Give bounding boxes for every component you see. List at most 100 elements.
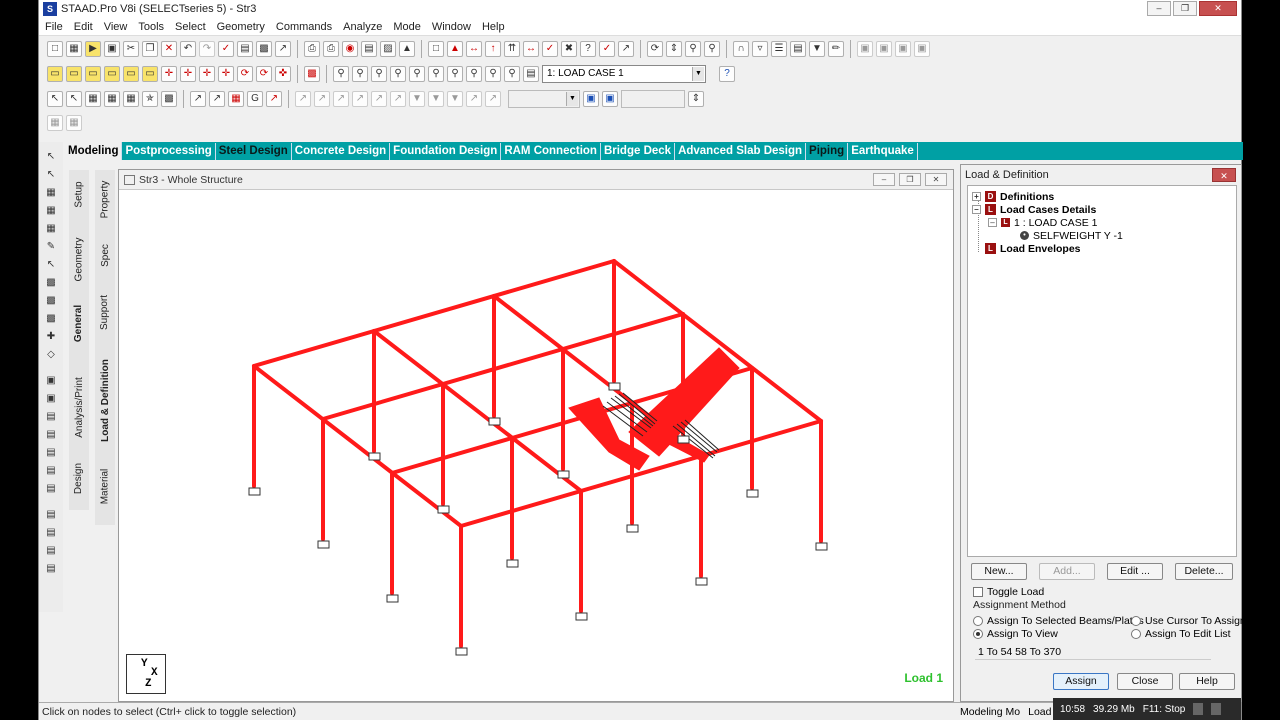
tab-postprocessing[interactable]: Postprocessing — [122, 143, 216, 160]
support-node[interactable] — [506, 559, 519, 568]
pause-icon[interactable] — [1193, 703, 1204, 715]
rotate-right-icon[interactable]: ✛ — [218, 66, 234, 82]
zoom-dynamic2-icon[interactable]: ⚲ — [409, 66, 425, 82]
connect-beams-icon[interactable]: ↗ — [266, 91, 282, 107]
rotate-geom-icon[interactable]: ↗ — [352, 91, 368, 107]
pointer-side-icon[interactable]: ↖ — [42, 256, 60, 272]
solid-icon[interactable]: ⇈ — [504, 41, 520, 57]
settings-icon[interactable] — [1211, 703, 1222, 715]
rotate-left-icon[interactable]: ✛ — [199, 66, 215, 82]
beam-missing-icon[interactable]: ▩ — [42, 310, 60, 326]
view-minimize-button[interactable]: – — [873, 173, 895, 186]
support-node[interactable] — [248, 487, 261, 496]
tab-earthquake[interactable]: Earthquake — [848, 143, 918, 160]
open-icon[interactable]: ▶ — [85, 41, 101, 57]
save-as-icon[interactable]: ▣ — [895, 41, 911, 57]
insert-node-icon[interactable]: ↗ — [390, 91, 406, 107]
menu-window[interactable]: Window — [432, 21, 471, 33]
new-button[interactable]: New... — [971, 563, 1027, 580]
circular-repeat-icon[interactable]: ↗ — [314, 91, 330, 107]
support-node[interactable] — [437, 505, 450, 514]
tree-item-load-envelopes[interactable]: L Load Envelopes — [985, 242, 1081, 255]
vtab-geometry[interactable]: Geometry — [69, 232, 89, 287]
minimize-button[interactable]: – — [1147, 1, 1171, 16]
support-node[interactable] — [386, 594, 399, 603]
view-front-icon[interactable]: ▭ — [66, 66, 82, 82]
view-back-icon[interactable]: ▭ — [85, 66, 101, 82]
radio-use-cursor[interactable]: Use Cursor To Assign — [1131, 615, 1246, 627]
window-tile-icon[interactable]: ▣ — [914, 41, 930, 57]
vtab-property[interactable]: Property — [95, 174, 115, 224]
frame-member[interactable] — [372, 329, 583, 493]
tab-concrete-design[interactable]: Concrete Design — [292, 143, 391, 160]
menu-view[interactable]: View — [104, 21, 128, 33]
table-icon[interactable]: ▤ — [790, 41, 806, 57]
report-setup-icon[interactable]: ▨ — [380, 41, 396, 57]
report-icon[interactable]: ▤ — [361, 41, 377, 57]
menu-mode[interactable]: Mode — [393, 21, 421, 33]
nodes-cursor-side-icon[interactable]: ↖ — [42, 148, 60, 164]
frame-member[interactable] — [252, 364, 463, 528]
plate-icon[interactable]: ↑ — [485, 41, 501, 57]
radio-circle[interactable] — [1131, 616, 1141, 626]
spreadsheet-icon[interactable]: ▤ — [237, 41, 253, 57]
support-icon[interactable]: ✓ — [542, 41, 558, 57]
menu-commands[interactable]: Commands — [276, 21, 332, 33]
physical-cursor-side-icon[interactable]: ✎ — [42, 238, 60, 254]
label-side-icon[interactable]: ▤ — [42, 506, 60, 522]
beam-connect-icon[interactable]: ▩ — [42, 292, 60, 308]
load-case-icon[interactable]: ▤ — [523, 66, 539, 82]
grid-icon[interactable]: ▩ — [256, 41, 272, 57]
structure-side-icon[interactable]: ▤ — [42, 560, 60, 576]
vtab-spec[interactable]: Spec — [95, 240, 115, 270]
support-node[interactable] — [455, 647, 468, 656]
wizard-icon[interactable]: ↗ — [275, 41, 291, 57]
structure-view-window[interactable]: Str3 - Whole Structure – ❐ ✕ Y X Z Load … — [118, 169, 954, 702]
move-icon[interactable]: ↗ — [371, 91, 387, 107]
tree-item-selfweight[interactable]: • SELFWEIGHT Y -1 — [1020, 229, 1123, 242]
support-node[interactable] — [677, 435, 690, 444]
plates-cursor-icon[interactable]: ▦ — [85, 91, 101, 107]
spin-control-icon[interactable]: ⇕ — [688, 91, 704, 107]
radio-assign-to-view[interactable]: Assign To View — [973, 628, 1058, 640]
delete-button[interactable]: Delete... — [1175, 563, 1233, 580]
chevron-down-icon[interactable]: ▼ — [692, 67, 704, 81]
tab-advanced-slab-design[interactable]: Advanced Slab Design — [675, 143, 807, 160]
vtab-load-definition[interactable]: Load & Definition — [95, 350, 115, 450]
add-beam-icon[interactable]: ↗ — [209, 91, 225, 107]
chevron-down-icon[interactable]: ▼ — [566, 92, 578, 106]
menu-tools[interactable]: Tools — [138, 21, 164, 33]
symbol-side-icon[interactable]: ▤ — [42, 542, 60, 558]
menu-geometry[interactable]: Geometry — [217, 21, 265, 33]
spin-right-icon[interactable]: ⟳ — [256, 66, 272, 82]
restore-view-icon[interactable]: ▣ — [876, 41, 892, 57]
support-node[interactable] — [557, 470, 570, 479]
add-node-side-icon[interactable]: ✚ — [42, 328, 60, 344]
save-view-icon[interactable]: ▣ — [857, 41, 873, 57]
menu-edit[interactable]: Edit — [74, 21, 93, 33]
tab-ram-connection[interactable]: RAM Connection — [501, 143, 601, 160]
tree-item-load-cases-details[interactable]: – L Load Cases Details — [972, 203, 1096, 216]
support-node[interactable] — [626, 524, 639, 533]
view-right-icon[interactable]: ▭ — [123, 66, 139, 82]
pan2-icon[interactable]: ⚲ — [447, 66, 463, 82]
tab-piping[interactable]: Piping — [806, 143, 849, 160]
zoom-in-icon[interactable]: ⚲ — [333, 66, 349, 82]
disabled-select[interactable]: ▼ — [508, 90, 580, 108]
beam-icon[interactable]: ↔ — [466, 41, 482, 57]
view-left-icon[interactable]: ▭ — [104, 66, 120, 82]
cut-icon[interactable]: ✂ — [123, 41, 139, 57]
view-top-icon[interactable]: ▭ — [142, 66, 158, 82]
tab-steel-design[interactable]: Steel Design — [216, 143, 292, 160]
nodes-cursor-icon[interactable]: ↖ — [47, 91, 63, 107]
menu-analyze[interactable]: Analyze — [343, 21, 382, 33]
print-icon[interactable]: ⎙ — [304, 41, 320, 57]
display-whole-icon[interactable]: ▩ — [304, 66, 320, 82]
radio-assign-to-edit-list[interactable]: Assign To Edit List — [1131, 628, 1231, 640]
take-picture-icon[interactable]: ◉ — [342, 41, 358, 57]
new-view-icon[interactable]: ⚲ — [485, 66, 501, 82]
magnify-icon[interactable]: ⚲ — [504, 66, 520, 82]
view-close-button[interactable]: ✕ — [925, 173, 947, 186]
geometry-cursor-icon[interactable]: ✯ — [142, 91, 158, 107]
copy-side-icon[interactable]: ▣ — [42, 372, 60, 388]
